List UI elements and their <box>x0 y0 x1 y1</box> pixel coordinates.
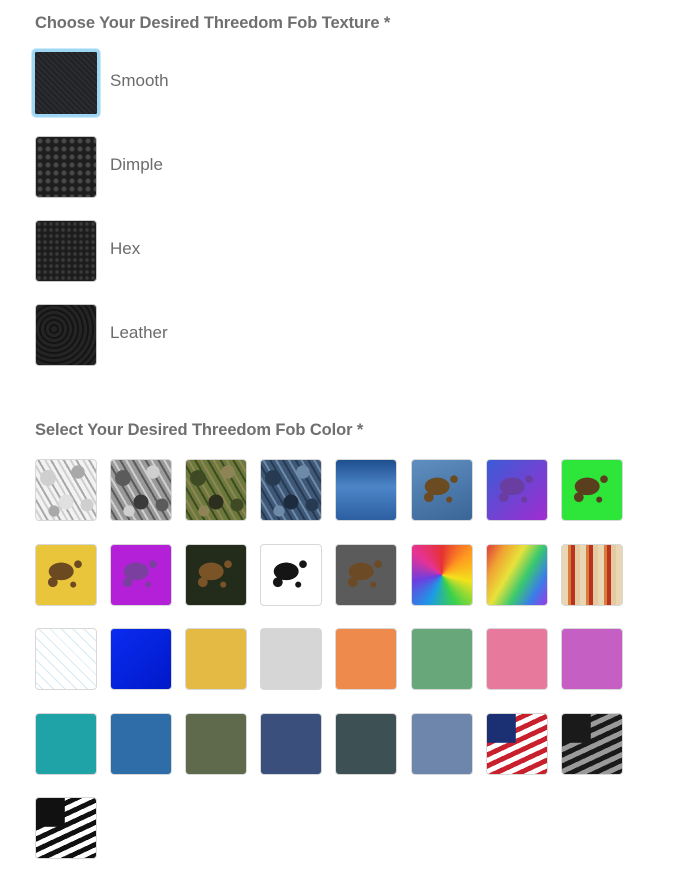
texture-option-leather[interactable]: Leather <box>32 301 432 385</box>
texture-option-dimple[interactable]: Dimple <box>32 133 432 217</box>
texture-label: Smooth <box>110 71 169 90</box>
color-swatch-orange[interactable] <box>335 628 397 690</box>
color-swatch-blue-metallic[interactable] <box>335 459 397 521</box>
color-swatch-yellow[interactable] <box>185 628 247 690</box>
leather-texture-swatch <box>35 304 97 366</box>
color-swatch-gray-camo[interactable] <box>110 459 172 521</box>
color-swatch-blue-lightning[interactable] <box>110 628 172 690</box>
color-swatch-navy[interactable] <box>260 713 322 775</box>
product-options: Choose Your Desired Threedom Fob Texture… <box>0 0 677 877</box>
color-swatch-black-gray-flag[interactable] <box>561 713 623 775</box>
color-swatch-tie-dye-spiral[interactable] <box>411 544 473 606</box>
color-swatch-olive[interactable] <box>185 713 247 775</box>
color-swatch-magenta-mud-splatter[interactable] <box>110 544 172 606</box>
color-swatch-blue-mud-splatter[interactable] <box>411 459 473 521</box>
color-swatch-black-white-splatter[interactable] <box>260 544 322 606</box>
texture-label: Leather <box>110 323 168 342</box>
color-swatch-rainbow-feather[interactable] <box>486 544 548 606</box>
texture-options: Smooth Dimple Hex Leather <box>32 49 432 385</box>
texture-option-smooth[interactable]: Smooth <box>32 49 432 133</box>
color-swatch-light-gray[interactable] <box>260 628 322 690</box>
dimple-texture-swatch <box>35 136 97 198</box>
color-swatch-purple-blue-mud-splatter[interactable] <box>486 459 548 521</box>
texture-option-hex[interactable]: Hex <box>32 217 432 301</box>
color-swatch-blue[interactable] <box>110 713 172 775</box>
color-swatch-green[interactable] <box>411 628 473 690</box>
color-swatch-pink[interactable] <box>486 628 548 690</box>
color-swatch-gray-mud-splatter[interactable] <box>335 544 397 606</box>
texture-section-title: Choose Your Desired Threedom Fob Texture… <box>35 14 391 32</box>
color-swatch-purple[interactable] <box>561 628 623 690</box>
color-swatch-black-white-flag[interactable] <box>35 797 97 859</box>
color-swatch-yellow-mud-splatter[interactable] <box>35 544 97 606</box>
color-swatch-slate[interactable] <box>335 713 397 775</box>
color-swatch-wood-grain[interactable] <box>561 544 623 606</box>
color-swatch-dark-green-mud-splatter[interactable] <box>185 544 247 606</box>
color-swatch-white-camo[interactable] <box>35 459 97 521</box>
color-swatch-american-flag[interactable] <box>486 713 548 775</box>
color-swatch-blue-camo[interactable] <box>260 459 322 521</box>
texture-label: Hex <box>110 239 141 258</box>
color-section-title: Select Your Desired Threedom Fob Color * <box>35 421 364 439</box>
color-swatch-denim[interactable] <box>411 713 473 775</box>
color-swatch-teal[interactable] <box>35 713 97 775</box>
hex-texture-swatch <box>35 220 97 282</box>
color-swatch-green-mud-splatter[interactable] <box>561 459 623 521</box>
smooth-texture-swatch <box>32 49 100 117</box>
color-swatch-woodland-camo[interactable] <box>185 459 247 521</box>
color-swatch-white-digital[interactable] <box>35 628 97 690</box>
texture-label: Dimple <box>110 155 163 174</box>
